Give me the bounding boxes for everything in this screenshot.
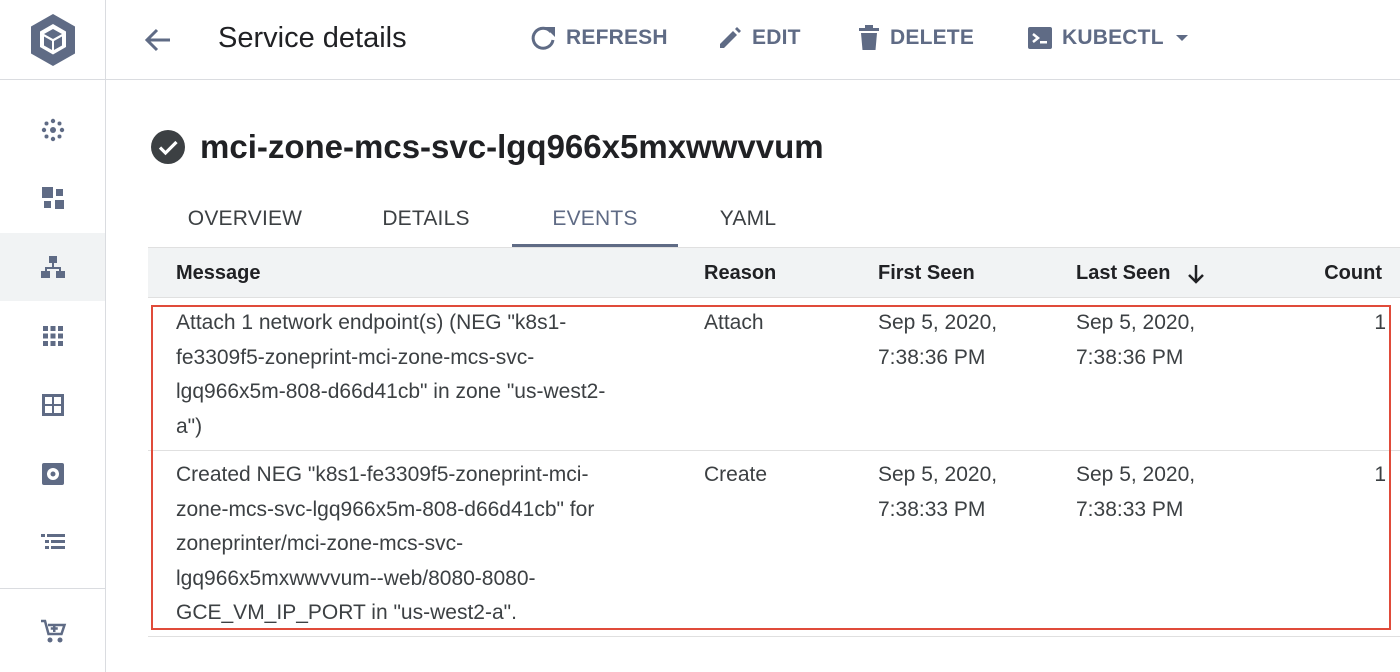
event-first-seen: Sep 5, 2020, 7:38:36 PM bbox=[878, 306, 1048, 375]
event-message: Created NEG "k8s1-fe3309f5-zoneprint-mci… bbox=[176, 458, 666, 631]
column-header-count[interactable]: Count bbox=[1324, 248, 1382, 299]
nav-item-storage[interactable] bbox=[0, 440, 105, 508]
first-seen-time: 7:38:33 PM bbox=[878, 497, 986, 521]
clusters-icon bbox=[41, 118, 64, 142]
edit-button[interactable]: EDIT bbox=[716, 18, 801, 58]
sort-arrow-down-icon[interactable] bbox=[1184, 262, 1208, 286]
last-seen-time: 7:38:33 PM bbox=[1076, 497, 1184, 521]
last-seen-date: Sep 5, 2020, bbox=[1076, 463, 1196, 486]
nav-item-object-browser[interactable] bbox=[0, 508, 105, 576]
page-title: Service details bbox=[218, 22, 407, 54]
event-first-seen: Sep 5, 2020, 7:38:33 PM bbox=[878, 458, 1048, 527]
trash-icon bbox=[859, 25, 879, 50]
first-seen-date: Sep 5, 2020, bbox=[878, 463, 998, 486]
message-line: Attach 1 network endpoint(s) (NEG "k8s1- bbox=[176, 311, 567, 334]
event-last-seen: Sep 5, 2020, 7:38:36 PM bbox=[1076, 306, 1246, 375]
top-header: Service details REFRESH EDIT DELETE KUBE… bbox=[106, 0, 1400, 80]
caret-down-icon bbox=[1175, 35, 1188, 41]
nav-item-workloads[interactable] bbox=[0, 164, 105, 232]
event-count: 1 bbox=[1374, 463, 1386, 486]
resource-name: mci-zone-mcs-svc-lgq966x5mxwwvvum bbox=[200, 128, 824, 165]
storage-icon bbox=[41, 463, 64, 485]
column-header-first-seen[interactable]: First Seen bbox=[878, 248, 975, 299]
applications-icon bbox=[42, 326, 63, 346]
tab-bar: OVERVIEW DETAILS EVENTS YAML bbox=[148, 190, 1400, 247]
rail-divider bbox=[0, 588, 105, 589]
event-count: 1 bbox=[1374, 311, 1386, 334]
message-line: Created NEG "k8s1-fe3309f5-zoneprint-mci… bbox=[176, 463, 589, 486]
message-line: lgq966x5m-808-d66d41cb" in zone "us-west… bbox=[176, 380, 606, 403]
message-line: lgq966x5mxwwvvum--web/8080-8080- bbox=[176, 566, 536, 590]
tab-yaml[interactable]: YAML bbox=[698, 190, 798, 247]
nav-item-marketplace[interactable] bbox=[0, 598, 105, 666]
check-circle-icon bbox=[151, 130, 185, 164]
first-seen-date: Sep 5, 2020, bbox=[878, 311, 998, 334]
refresh-label: REFRESH bbox=[566, 26, 668, 49]
nav-item-clusters[interactable] bbox=[0, 96, 105, 164]
column-header-last-seen[interactable]: Last Seen bbox=[1076, 248, 1170, 299]
event-reason: Create bbox=[704, 463, 768, 486]
nav-item-applications[interactable] bbox=[0, 302, 105, 370]
event-message: Attach 1 network endpoint(s) (NEG "k8s1-… bbox=[176, 306, 666, 444]
kubectl-dropdown[interactable]: KUBECTL bbox=[1026, 18, 1192, 58]
left-nav-rail bbox=[0, 0, 106, 672]
tab-events[interactable]: EVENTS bbox=[512, 190, 678, 247]
kubectl-label: KUBECTL bbox=[1062, 26, 1164, 49]
message-line: fe3309f5-zoneprint-mci-zone-mcs-svc- bbox=[176, 345, 535, 369]
configuration-icon bbox=[41, 394, 64, 416]
table-row: Created NEG "k8s1-fe3309f5-zoneprint-mci… bbox=[148, 451, 1400, 637]
message-line: zone-mcs-svc-lgq966x5m-808-d66d41cb" for bbox=[176, 497, 595, 521]
message-line: a") bbox=[176, 414, 203, 438]
terminal-icon bbox=[1028, 27, 1052, 49]
column-header-message[interactable]: Message bbox=[176, 248, 261, 299]
object-browser-icon bbox=[40, 534, 65, 549]
resource-heading: mci-zone-mcs-svc-lgq966x5mxwwvvum bbox=[150, 125, 824, 169]
nav-item-configuration[interactable] bbox=[0, 371, 105, 439]
tab-details[interactable]: DETAILS bbox=[362, 190, 490, 247]
workloads-icon bbox=[41, 187, 64, 209]
refresh-button[interactable]: REFRESH bbox=[528, 18, 668, 58]
services-icon bbox=[40, 256, 65, 278]
column-header-reason[interactable]: Reason bbox=[704, 248, 776, 299]
event-reason: Attach bbox=[704, 311, 764, 334]
pencil-icon bbox=[720, 27, 741, 48]
first-seen-time: 7:38:36 PM bbox=[878, 345, 986, 369]
arrow-back-icon bbox=[144, 28, 170, 52]
nav-item-services[interactable] bbox=[0, 233, 105, 301]
marketplace-icon bbox=[40, 619, 66, 643]
table-row: Attach 1 network endpoint(s) (NEG "k8s1-… bbox=[148, 306, 1400, 451]
last-seen-date: Sep 5, 2020, bbox=[1076, 311, 1196, 334]
last-seen-time: 7:38:36 PM bbox=[1076, 345, 1184, 369]
message-line: GCE_VM_IP_PORT in "us-west2-a". bbox=[176, 601, 517, 624]
app-logo[interactable] bbox=[0, 0, 105, 80]
message-line: zoneprinter/mci-zone-mcs-svc- bbox=[176, 532, 464, 555]
refresh-icon bbox=[531, 26, 555, 50]
kubernetes-cube-logo-icon bbox=[30, 13, 75, 66]
delete-label: DELETE bbox=[890, 26, 975, 49]
delete-button[interactable]: DELETE bbox=[856, 18, 974, 58]
tab-overview[interactable]: OVERVIEW bbox=[166, 190, 324, 247]
table-header: Message Reason First Seen Last Seen Coun… bbox=[148, 247, 1400, 298]
event-last-seen: Sep 5, 2020, 7:38:33 PM bbox=[1076, 458, 1246, 527]
edit-label: EDIT bbox=[752, 26, 801, 49]
back-button[interactable] bbox=[138, 20, 178, 60]
